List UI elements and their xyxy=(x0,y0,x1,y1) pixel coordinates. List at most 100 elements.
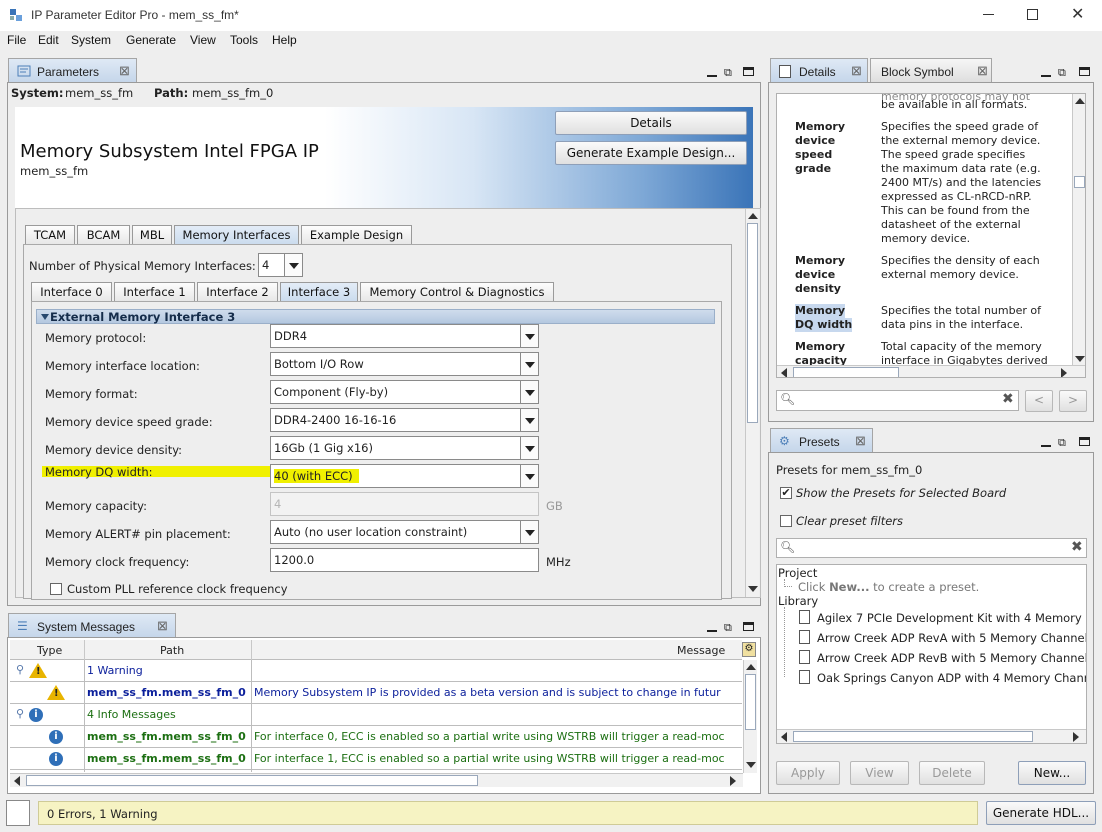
minimize-icon[interactable] xyxy=(1041,75,1051,77)
scrollbar-thumb[interactable] xyxy=(26,775,478,786)
minimize-icon[interactable] xyxy=(1041,445,1051,447)
minimize-icon[interactable] xyxy=(707,630,717,632)
minimize-button[interactable] xyxy=(983,14,994,15)
tab-example-design[interactable]: Example Design xyxy=(301,225,412,244)
close-icon[interactable]: ⊠ xyxy=(119,63,130,79)
presets-search-input[interactable]: 🔍︎ ✖ xyxy=(776,538,1087,558)
close-icon[interactable]: ⊠ xyxy=(977,63,988,79)
speed-grade-select[interactable]: DDR4-2400 16-16-16 xyxy=(270,408,539,432)
tab-tcam[interactable]: TCAM xyxy=(25,225,75,244)
clear-search-icon[interactable]: ✖ xyxy=(1002,391,1014,407)
library-item-0[interactable]: Agilex 7 PCIe Development Kit with 4 Mem… xyxy=(817,611,1086,625)
clear-filters-checkbox[interactable] xyxy=(780,515,792,527)
library-item-2[interactable]: Arrow Creek ADP RevB with 5 Memory Chann… xyxy=(817,651,1086,665)
maximize-icon[interactable] xyxy=(743,67,754,76)
tab-block-symbol[interactable]: Block Symbol ⊠ xyxy=(870,58,992,82)
table-row[interactable]: ⚲ i 4 Info Messages xyxy=(10,704,742,726)
tab-memory-interfaces[interactable]: Memory Interfaces xyxy=(174,225,299,244)
maximize-icon[interactable] xyxy=(743,622,754,631)
details-button[interactable]: Details xyxy=(555,111,747,135)
table-row[interactable]: ⚲ 1 Warning xyxy=(10,660,742,682)
scroll-down-icon[interactable] xyxy=(746,762,756,768)
scroll-right-icon[interactable] xyxy=(1061,368,1067,377)
scroll-left-icon[interactable] xyxy=(781,368,787,377)
parameters-scrollbar[interactable] xyxy=(745,209,759,597)
num-interfaces-select[interactable]: 4 xyxy=(258,253,303,277)
expand-icon[interactable]: ⚲ xyxy=(16,707,24,720)
generate-example-button[interactable]: Generate Example Design... xyxy=(555,141,747,165)
scrollbar-thumb[interactable] xyxy=(747,223,758,423)
clock-frequency-input[interactable]: 1200.0 xyxy=(270,548,539,572)
custom-pll-checkbox[interactable] xyxy=(50,583,62,595)
scroll-down-icon[interactable] xyxy=(748,586,758,592)
menu-edit[interactable]: Edit xyxy=(38,33,59,47)
table-row[interactable]: i mem_ss_fm.mem_ss_fm_0 For interface 0,… xyxy=(10,726,742,748)
scrollbar-thumb[interactable] xyxy=(1074,176,1085,188)
close-button[interactable]: ✕ xyxy=(1071,4,1084,23)
restore-icon[interactable]: ⧉ xyxy=(1058,66,1066,80)
delete-button[interactable]: Delete xyxy=(919,761,985,785)
minimize-icon[interactable] xyxy=(707,75,717,77)
col-type[interactable]: Type xyxy=(37,644,62,657)
messages-vscroll[interactable] xyxy=(743,660,757,773)
tab-presets[interactable]: ⚙ Presets ⊠ xyxy=(770,428,873,452)
device-density-select[interactable]: 16Gb (1 Gig x16) xyxy=(270,436,539,460)
table-row[interactable]: i mem_ss_fm.mem_ss_fm_0 For interface 1,… xyxy=(10,748,742,770)
tab-memory-control[interactable]: Memory Control & Diagnostics xyxy=(360,282,554,301)
scroll-down-icon[interactable] xyxy=(1075,356,1085,362)
dq-width-select[interactable]: 40 (with ECC) xyxy=(270,464,539,488)
col-path[interactable]: Path xyxy=(160,644,184,657)
maximize-button[interactable] xyxy=(1027,9,1038,20)
scroll-up-icon[interactable] xyxy=(1075,98,1085,104)
menu-view[interactable]: View xyxy=(190,33,216,47)
expand-icon[interactable]: ⚲ xyxy=(16,663,24,676)
menu-generate[interactable]: Generate xyxy=(126,33,176,47)
menu-system[interactable]: System xyxy=(71,33,111,47)
details-hscroll[interactable] xyxy=(777,365,1085,377)
memory-protocol-select[interactable]: DDR4 xyxy=(270,324,539,348)
clear-search-icon[interactable]: ✖ xyxy=(1071,539,1083,555)
maximize-icon[interactable] xyxy=(1079,67,1090,76)
presets-hscroll[interactable] xyxy=(777,729,1086,743)
details-search-input[interactable]: 🔍︎ ✖ xyxy=(776,390,1019,411)
messages-hscroll[interactable] xyxy=(10,773,743,787)
memory-format-select[interactable]: Component (Fly-by) xyxy=(270,380,539,404)
scroll-left-icon[interactable] xyxy=(14,776,20,786)
generate-hdl-button[interactable]: Generate HDL... xyxy=(986,801,1096,825)
close-icon[interactable]: ⊠ xyxy=(157,618,168,634)
apply-button[interactable]: Apply xyxy=(776,761,840,785)
next-button[interactable]: > xyxy=(1059,390,1087,412)
table-row[interactable]: mem_ss_fm.mem_ss_fm_0 Memory Subsystem I… xyxy=(10,682,742,704)
tab-interface-1[interactable]: Interface 1 xyxy=(114,282,195,301)
col-message[interactable]: Message xyxy=(677,644,725,657)
column-settings-icon[interactable]: ⚙ xyxy=(742,642,756,657)
menu-tools[interactable]: Tools xyxy=(230,33,258,47)
new-preset-button[interactable]: New... xyxy=(1018,761,1086,785)
view-button[interactable]: View xyxy=(850,761,909,785)
project-node[interactable]: Project xyxy=(778,566,817,580)
scrollbar-thumb[interactable] xyxy=(793,731,1033,742)
scroll-left-icon[interactable] xyxy=(781,732,787,742)
tab-bcam[interactable]: BCAM xyxy=(77,225,130,244)
tab-details[interactable]: Details ⊠ xyxy=(770,58,868,82)
memory-location-select[interactable]: Bottom I/O Row xyxy=(270,352,539,376)
restore-icon[interactable]: ⧉ xyxy=(724,66,732,80)
library-node[interactable]: Library xyxy=(778,594,818,608)
close-icon[interactable]: ⊠ xyxy=(851,63,862,79)
menu-help[interactable]: Help xyxy=(272,33,297,47)
library-item-1[interactable]: Arrow Creek ADP RevA with 5 Memory Chann… xyxy=(817,631,1086,645)
details-vscroll[interactable] xyxy=(1072,94,1085,365)
tab-interface-2[interactable]: Interface 2 xyxy=(197,282,278,301)
section-header[interactable]: External Memory Interface 3 xyxy=(36,309,715,324)
restore-icon[interactable]: ⧉ xyxy=(1058,436,1066,450)
tab-system-messages[interactable]: ☰ System Messages ⊠ xyxy=(8,613,176,637)
scrollbar-thumb[interactable] xyxy=(793,367,899,377)
tab-parameters[interactable]: Parameters ⊠ xyxy=(8,58,137,82)
scroll-right-icon[interactable] xyxy=(1073,732,1079,742)
scroll-up-icon[interactable] xyxy=(748,213,758,219)
show-presets-checkbox[interactable]: ✔ xyxy=(780,487,792,499)
maximize-icon[interactable] xyxy=(1079,437,1090,446)
scrollbar-thumb[interactable] xyxy=(745,674,756,730)
tab-interface-3[interactable]: Interface 3 xyxy=(280,282,358,301)
previous-button[interactable]: < xyxy=(1025,390,1053,412)
